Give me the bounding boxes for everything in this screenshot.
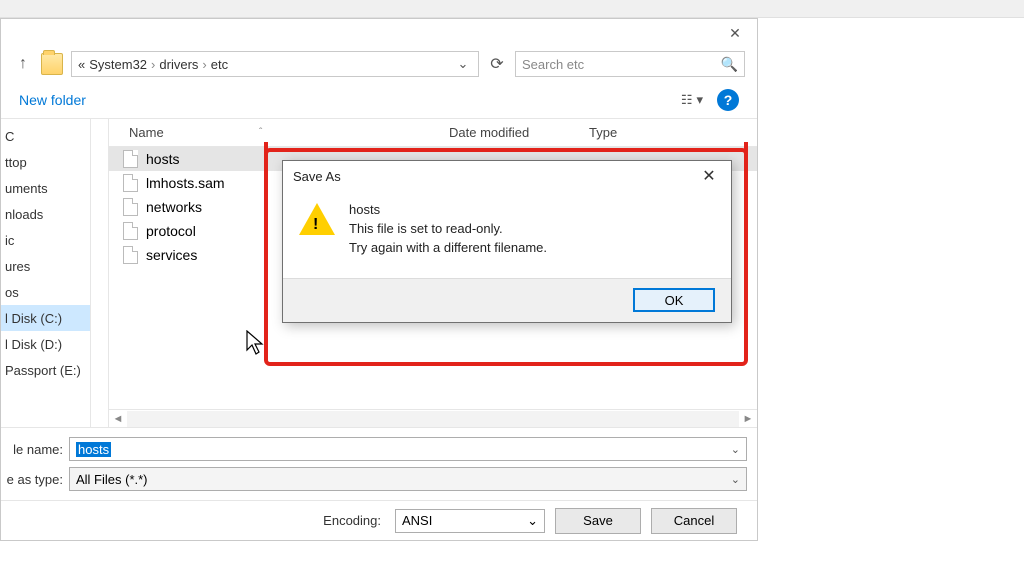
address-row: ↑ « System32 › drivers › etc ⌄ ⟳ Search …	[1, 47, 757, 81]
chevron-right-icon: ›	[151, 57, 155, 72]
close-icon[interactable]: ✕	[697, 166, 721, 186]
folder-icon	[41, 53, 63, 75]
breadcrumb-part[interactable]: etc	[211, 57, 228, 72]
nav-item[interactable]: uments	[1, 175, 90, 201]
nav-item[interactable]: ures	[1, 253, 90, 279]
warning-icon	[299, 203, 335, 235]
scroll-track[interactable]	[127, 411, 739, 427]
sort-asc-icon: ˆ	[259, 127, 262, 138]
dialog-button-row: OK	[283, 278, 731, 322]
error-dialog: Save As ✕ hosts This file is set to read…	[282, 160, 732, 323]
file-icon	[123, 150, 138, 168]
navigation-pane[interactable]: C ttop uments nloads ic ures os l Disk (…	[1, 119, 91, 427]
breadcrumb-prefix: «	[78, 57, 85, 72]
refresh-icon[interactable]: ⟳	[487, 54, 507, 74]
search-placeholder: Search etc	[522, 57, 584, 72]
file-icon	[123, 198, 138, 216]
save-button[interactable]: Save	[555, 508, 641, 534]
new-folder-button[interactable]: New folder	[19, 92, 86, 108]
filename-value: hosts	[76, 442, 111, 457]
chevron-down-icon[interactable]: ⌄	[731, 443, 740, 456]
help-icon[interactable]: ?	[717, 89, 739, 111]
window-titlebar: ✕	[1, 19, 757, 47]
dialog-button-row: Encoding: ANSI ⌄ Save Cancel	[1, 500, 757, 540]
chevron-down-icon: ▾	[696, 92, 703, 108]
save-fields: le name: hosts ⌄ e as type: All Files (*…	[1, 427, 757, 500]
search-icon: 🔍	[721, 56, 738, 73]
nav-up-icon[interactable]: ↑	[13, 55, 33, 73]
dialog-titlebar: Save As ✕	[283, 161, 731, 191]
toolbar: New folder ☷ ▾ ?	[1, 81, 757, 119]
nav-item[interactable]: l Disk (D:)	[1, 331, 90, 357]
chevron-down-icon[interactable]: ⌄	[731, 473, 740, 486]
dialog-message: hosts This file is set to read-only. Try…	[349, 201, 547, 258]
nav-item[interactable]: l Disk (C:)	[1, 305, 90, 331]
scroll-right-icon[interactable]: ►	[739, 413, 757, 425]
dialog-title: Save As	[293, 169, 341, 184]
pane-splitter[interactable]	[91, 119, 109, 427]
filename-label: le name:	[1, 442, 63, 457]
column-name[interactable]: Nameˆ	[109, 125, 449, 140]
horizontal-scrollbar[interactable]: ◄ ►	[109, 409, 757, 427]
file-icon	[123, 174, 138, 192]
cancel-button[interactable]: Cancel	[651, 508, 737, 534]
column-headers: Nameˆ Date modified Type	[109, 119, 757, 147]
filetype-select[interactable]: All Files (*.*) ⌄	[69, 467, 747, 491]
nav-item[interactable]: ic	[1, 227, 90, 253]
breadcrumb-part[interactable]: System32	[89, 57, 147, 72]
chevron-down-icon[interactable]: ⌄	[454, 56, 472, 72]
ok-button[interactable]: OK	[633, 288, 715, 312]
breadcrumb-part[interactable]: drivers	[159, 57, 198, 72]
encoding-label: Encoding:	[323, 513, 381, 528]
file-icon	[123, 222, 138, 240]
nav-item[interactable]: ttop	[1, 149, 90, 175]
encoding-select[interactable]: ANSI ⌄	[395, 509, 545, 533]
list-view-icon: ☷	[681, 92, 693, 108]
search-input[interactable]: Search etc 🔍	[515, 51, 745, 77]
chevron-down-icon[interactable]: ⌄	[527, 513, 538, 529]
app-menu-bar	[0, 0, 1024, 18]
nav-item[interactable]: Passport (E:)	[1, 357, 90, 383]
scroll-left-icon[interactable]: ◄	[109, 413, 127, 425]
file-icon	[123, 246, 138, 264]
column-date[interactable]: Date modified	[449, 125, 589, 140]
column-type[interactable]: Type	[589, 125, 757, 140]
filetype-value: All Files (*.*)	[76, 472, 148, 487]
filename-input[interactable]: hosts ⌄	[69, 437, 747, 461]
view-options-button[interactable]: ☷ ▾	[681, 92, 703, 108]
close-icon[interactable]: ✕	[713, 19, 757, 47]
nav-item[interactable]: nloads	[1, 201, 90, 227]
filetype-label: e as type:	[1, 472, 63, 487]
chevron-right-icon: ›	[202, 57, 206, 72]
breadcrumb[interactable]: « System32 › drivers › etc ⌄	[71, 51, 479, 77]
dialog-body: hosts This file is set to read-only. Try…	[283, 191, 731, 278]
nav-item[interactable]: os	[1, 279, 90, 305]
nav-item[interactable]: C	[1, 123, 90, 149]
